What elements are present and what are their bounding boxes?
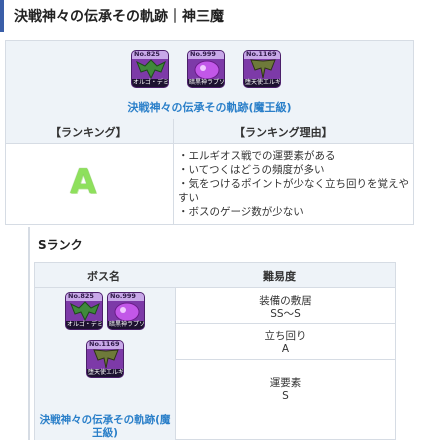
difficulty-row: 装備の敷居 SS〜S — [176, 295, 395, 321]
difficulty-row: 運要素 S — [176, 377, 395, 403]
boss-caption: オルゴ・デミーラ — [67, 321, 103, 328]
boss-cell: No.825 オルゴ・デミーラ No.999 暗黒神ラプソーン No.1169 … — [35, 288, 176, 440]
page-title: 決戦神々の伝承その軌跡｜神三魔 — [14, 9, 224, 25]
ranking-table: No.825 オルゴ・デミーラ No.999 暗黒神ラプソーン No.1169 … — [5, 40, 414, 225]
difficulty-value: S — [282, 390, 289, 402]
difficulty-label: 装備の敷居 — [259, 295, 312, 307]
difficulty-label: 運要素 — [269, 377, 302, 389]
reason-item: ・エルギオス戦での運要素がある — [178, 150, 336, 162]
ranking-reasons: ・エルギオス戦での運要素がある ・いてつくはどうの頻度が多い ・気をつけるポイン… — [178, 149, 410, 219]
fallen-angel-icon[interactable]: No.1169 堕天使エルギオス — [86, 340, 124, 378]
boss-link[interactable]: 決戦神々の伝承その軌跡(魔王級) — [6, 99, 413, 115]
purple-orb-icon[interactable]: No.999 暗黒神ラプソーン — [107, 292, 145, 330]
winged-demon-icon[interactable]: No.825 オルゴ・デミーラ — [65, 292, 103, 330]
section-indent-bar — [28, 227, 30, 440]
boss-caption: 暗黒神ラプソーン — [189, 79, 225, 86]
ranking-header: 【ランキング】 — [50, 126, 127, 139]
reason-item: ・ボスのゲージ数が少ない — [178, 206, 304, 218]
difficulty-row: 立ち回り A — [176, 330, 395, 356]
row-divider — [176, 359, 395, 360]
s-rank-table: ボス名 難易度 No.825 オルゴ・デミーラ No.999 暗黒神ラプソーン … — [34, 262, 396, 440]
boss-caption: 堕天使エルギオス — [245, 79, 281, 86]
table-header-row: ボス名 難易度 — [35, 263, 395, 288]
boss-caption: 堕天使エルギオス — [88, 369, 124, 376]
section-title: Sランク — [38, 238, 83, 252]
reason-item: ・気をつけるポイントが少なく立ち回りを覚えやすい — [178, 178, 409, 204]
difficulty-value: A — [281, 343, 290, 355]
table-header-row: 【ランキング】 【ランキング理由】 — [6, 119, 413, 144]
reason-item: ・いてつくはどうの頻度が多い — [178, 164, 325, 176]
boss-cell: No.825 オルゴ・デミーラ No.999 暗黒神ラプソーン No.1169 … — [6, 41, 413, 120]
boss-link[interactable]: 決戦神々の伝承その軌跡(魔王級) — [37, 414, 173, 440]
rank-badge: A — [70, 162, 97, 202]
boss-caption: 暗黒神ラプソーン — [109, 321, 145, 328]
boss-name-header: ボス名 — [87, 270, 120, 283]
winged-demon-icon[interactable]: No.825 オルゴ・デミーラ — [131, 50, 169, 88]
difficulty-header: 難易度 — [263, 270, 296, 283]
fallen-angel-icon[interactable]: No.1169 堕天使エルギオス — [243, 50, 281, 88]
page-heading: 決戦神々の伝承その軌跡｜神三魔 — [0, 0, 440, 32]
ranking-reason-header: 【ランキング理由】 — [234, 126, 333, 139]
difficulty-label: 立ち回り — [264, 330, 307, 342]
boss-caption: オルゴ・デミーラ — [133, 79, 169, 86]
row-divider — [176, 323, 395, 324]
column-divider — [173, 119, 174, 224]
difficulty-value: SS〜S — [270, 308, 301, 320]
purple-orb-icon[interactable]: No.999 暗黒神ラプソーン — [187, 50, 225, 88]
rank-cell: A — [6, 144, 173, 224]
